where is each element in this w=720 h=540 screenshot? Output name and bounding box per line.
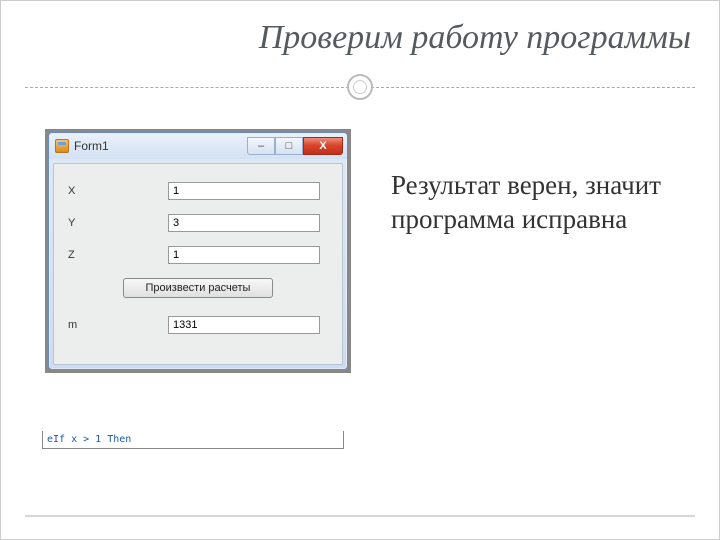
label-y: Y: [68, 217, 128, 229]
window-title: Form1: [74, 139, 109, 153]
form-window: Form1 – □ X X Y: [48, 132, 348, 370]
input-x[interactable]: [168, 182, 320, 200]
calculate-button[interactable]: Произвести расчеты: [123, 278, 274, 298]
form-icon: [55, 139, 69, 153]
close-button[interactable]: X: [303, 137, 343, 155]
code-peek: eIf x > 1 Then: [42, 431, 344, 449]
input-y[interactable]: [168, 214, 320, 232]
label-m: m: [68, 319, 128, 331]
slide-title: Проверим работу программы: [25, 19, 695, 57]
input-z[interactable]: [168, 246, 320, 264]
separator-circle-icon: [347, 74, 373, 100]
maximize-button[interactable]: □: [275, 137, 303, 155]
titlebar[interactable]: Form1 – □ X: [49, 133, 347, 159]
input-m[interactable]: [168, 316, 320, 334]
minimize-button[interactable]: –: [247, 137, 275, 155]
form-body: X Y Z Произвести расчеты m: [53, 163, 343, 365]
label-x: X: [68, 185, 128, 197]
footer-line: [25, 515, 695, 517]
label-z: Z: [68, 249, 128, 261]
separator: [25, 75, 695, 99]
result-note: Результат верен, значит программа исправ…: [391, 129, 695, 237]
